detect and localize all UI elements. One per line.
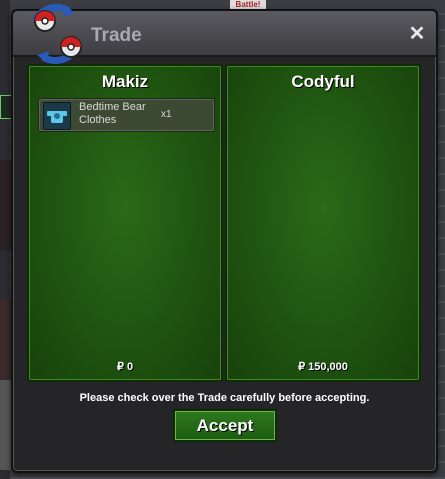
money-left: ₽ 0: [116, 361, 134, 373]
item-name: Bedtime Bear Clothes: [79, 101, 146, 126]
clothes-icon: [43, 102, 71, 130]
trade-logo-icon: [31, 4, 82, 64]
my-offer-panel: Makiz Bedtime Bear Clothes x1 ₽ 0: [27, 64, 223, 382]
trade-window: Trade ✕ Makiz Bedtime Bear Clothes x1 ₽ …: [11, 4, 438, 473]
window-title: Trade: [91, 25, 142, 46]
partner-offer-panel: Codyful ₽ 150,000: [225, 64, 421, 382]
item-quantity: x1: [161, 109, 172, 120]
player-name-left: Makiz: [101, 72, 149, 91]
money-right: ₽ 150,000: [298, 361, 348, 373]
player-name-right: Codyful: [291, 72, 355, 91]
trade-notice: Please check over the Trade carefully be…: [79, 392, 370, 404]
accept-button[interactable]: Accept: [173, 409, 277, 442]
offer-item-slot[interactable]: Bedtime Bear Clothes x1: [38, 98, 215, 132]
background-sign: Battle!: [230, 0, 266, 9]
close-button[interactable]: ✕: [406, 23, 428, 45]
